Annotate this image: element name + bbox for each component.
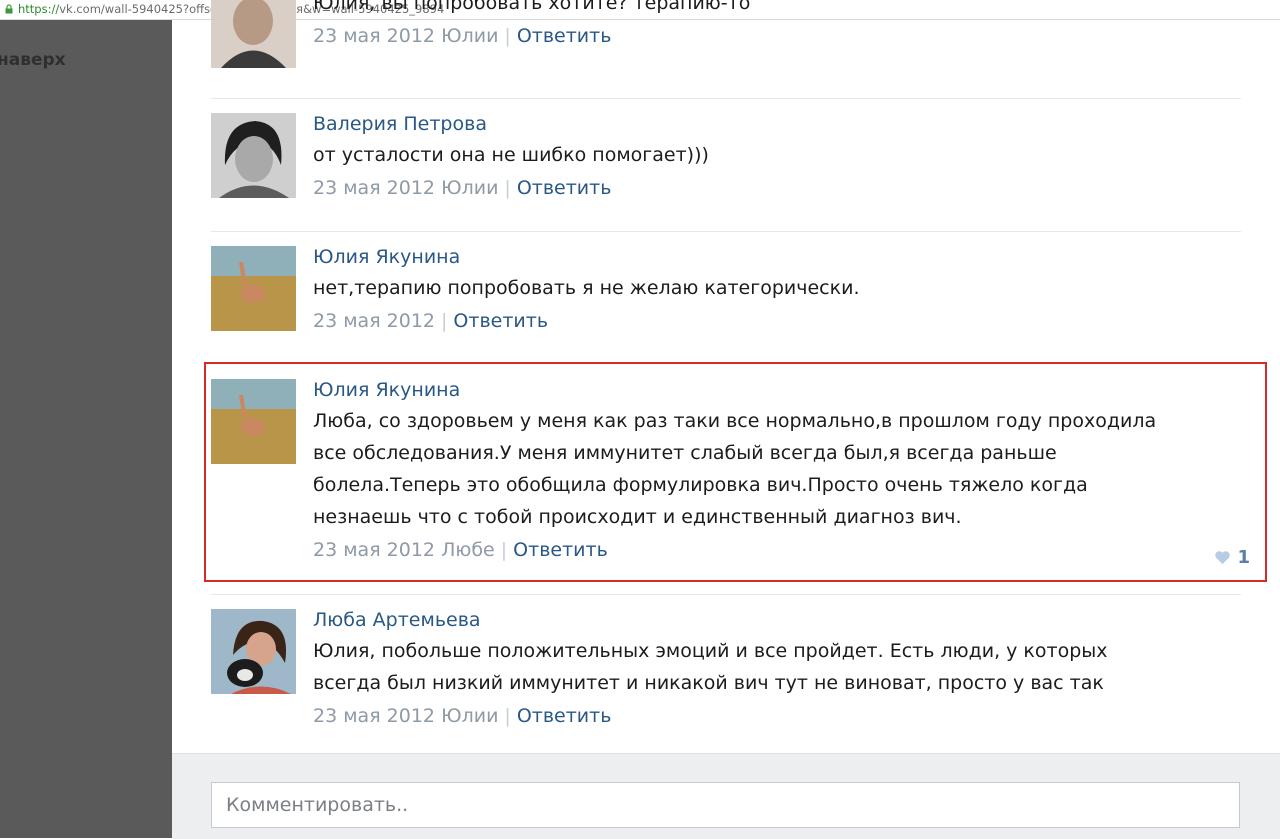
avatar[interactable] [211,113,296,198]
avatar-photo [211,0,296,68]
url-scheme: https:// [18,2,60,16]
avatar[interactable] [211,379,296,464]
divider [211,594,1241,595]
comment-date: 23 мая 2012 [313,310,436,332]
comment-text: Юлия, побольше положительных эмоций и вс… [313,640,1108,694]
comment-date: 23 мая 2012 [313,539,436,561]
comment-text: Люба, со здоровьем у меня как раз таки в… [313,410,1157,528]
avatar[interactable] [211,609,296,694]
avatar-photo [211,113,296,198]
reply-link[interactable]: Ответить [453,310,548,332]
divider [211,98,1241,99]
comment-meta: 23 мая 2012 Юлии | Ответить [313,175,1213,201]
comment-date: 23 мая 2012 [313,25,436,47]
heart-icon [1215,551,1231,565]
comment-input[interactable] [211,782,1240,828]
comment-text: нет,терапию попробовать я не желаю катег… [313,277,860,299]
comments-thread: Юлия, вы попробовать хотите? терапию-то … [172,0,1280,839]
comment-date: 23 мая 2012 [313,705,436,727]
comment-text: от усталости она не шибко помогает))) [313,144,709,166]
comment-meta: 23 мая 2012 | Ответить [313,308,1213,334]
comment-author-link[interactable]: Юлия Якунина [313,379,1213,401]
separator: | [504,25,511,47]
separator: | [441,310,448,332]
comment-author-link[interactable]: Юлия Якунина [313,246,1213,268]
comment-author-link[interactable]: Валерия Петрова [313,113,1213,135]
separator: | [500,539,508,561]
comment-author-link[interactable]: Люба Артемьева [313,609,1213,631]
comment-addressee: Любе [441,539,495,561]
comment-addressee: Юлии [441,177,499,199]
reply-link[interactable]: Ответить [513,539,608,561]
avatar-photo [211,246,296,331]
avatar-photo [211,379,296,464]
separator: | [504,177,511,199]
reply-link[interactable]: Ответить [517,177,612,199]
comment-meta: 23 мая 2012 Юлии | Ответить [313,703,1213,729]
reply-link[interactable]: Ответить [517,25,612,47]
left-panel: наверх [0,20,172,838]
lock-icon [5,4,13,14]
like-count: 1 [1237,547,1250,568]
reply-link[interactable]: Ответить [517,705,612,727]
avatar-photo [211,609,296,694]
avatar[interactable] [211,246,296,331]
comment-meta: 23 мая 2012 Любе | Ответить [313,537,1213,563]
comment-date: 23 мая 2012 [313,177,436,199]
scroll-up-link[interactable]: наверх [0,50,66,70]
comment-text: Юлия, вы попробовать хотите? терапию-то [313,0,751,14]
comment-form [172,753,1280,839]
comment-addressee: Юлии [441,25,499,47]
divider [211,231,1241,232]
comment-addressee: Юлии [441,705,499,727]
comment-meta: 23 мая 2012 Юлии | Ответить [313,23,1213,49]
separator: | [504,705,511,727]
like-button[interactable]: 1 [1214,547,1250,568]
avatar[interactable] [211,0,296,68]
